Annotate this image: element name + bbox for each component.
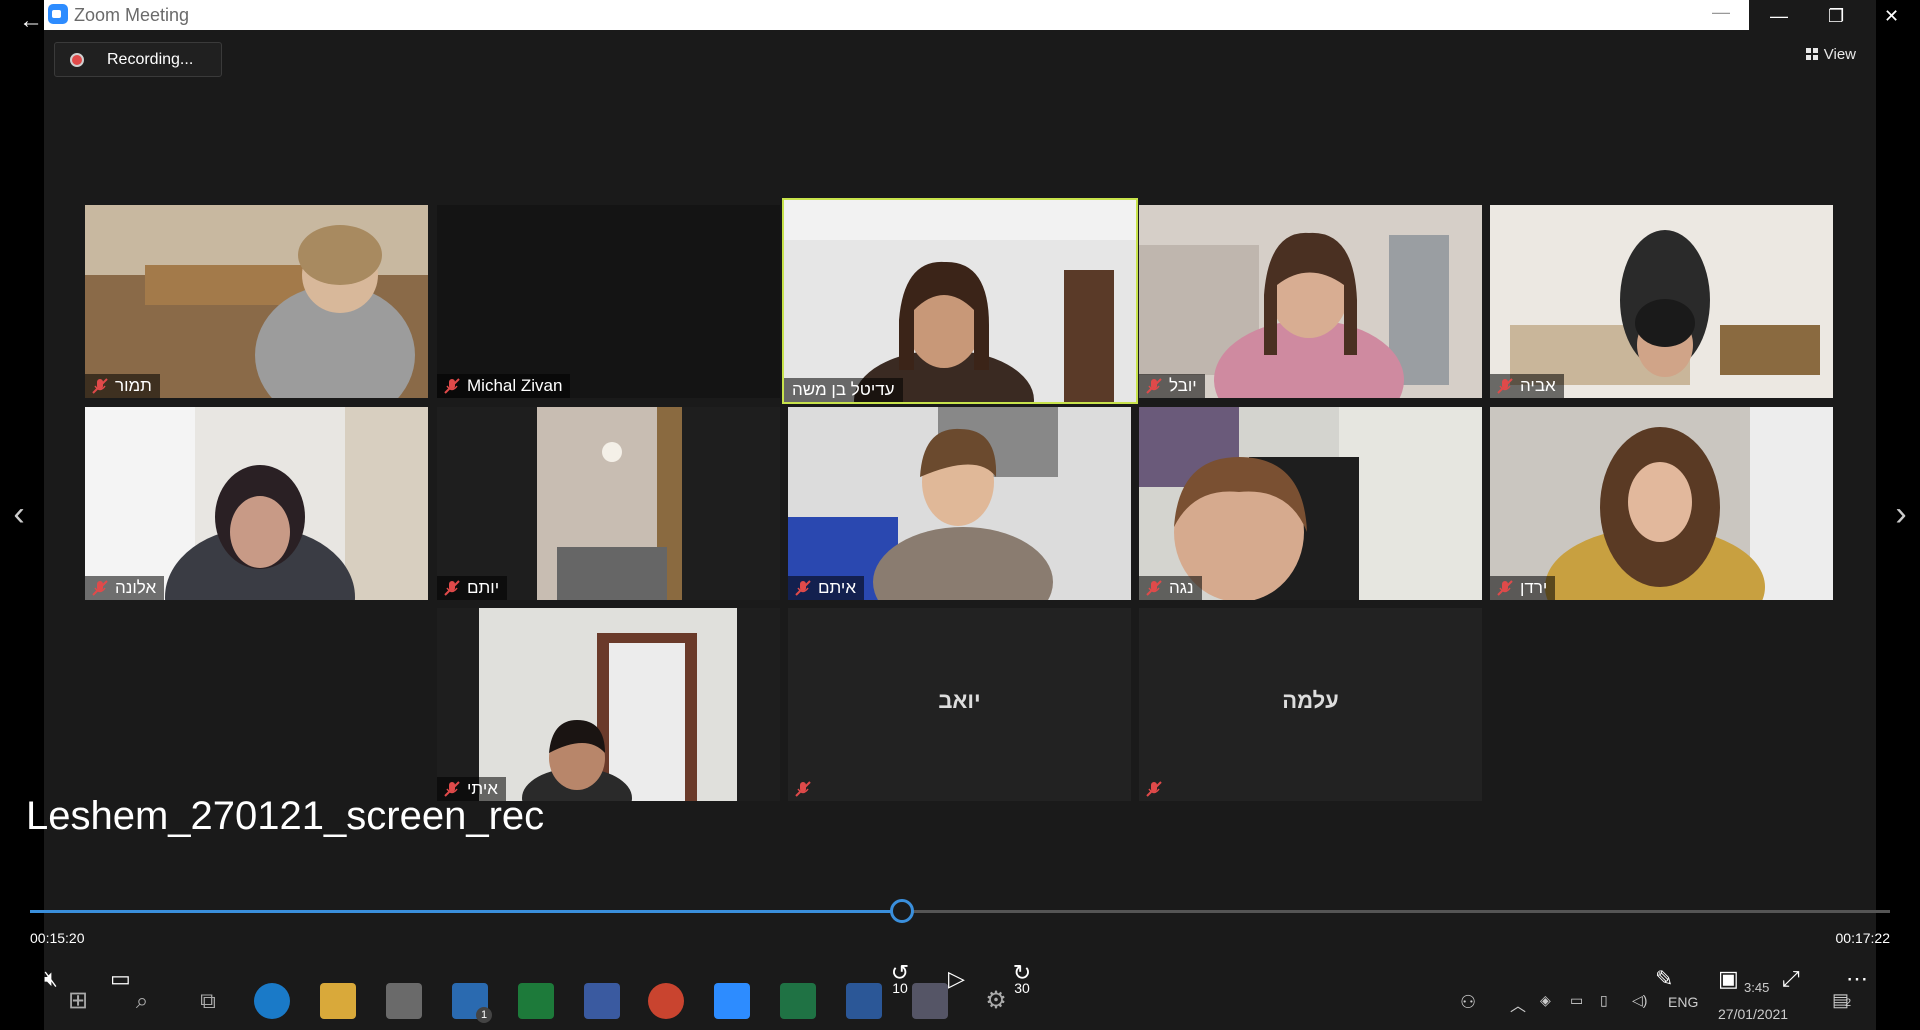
- view-button: View: [1805, 46, 1856, 72]
- participant-video: [788, 407, 1131, 600]
- dropbox-icon[interactable]: ◈: [1540, 992, 1551, 1009]
- muted-mic-icon: [1146, 378, 1162, 394]
- muted-mic-icon: [795, 580, 811, 596]
- participant-tile: נגה: [1139, 407, 1482, 600]
- remaining-time: 00:17:22: [1835, 930, 1891, 946]
- previous-arrow-icon[interactable]: ‹: [4, 495, 34, 534]
- participant-tile: Michal Zivan: [437, 205, 780, 398]
- zoom-titlebar: Zoom Meeting —: [44, 0, 1749, 30]
- muted-mic-icon: [444, 378, 460, 394]
- more-options-icon[interactable]: ⋯: [1846, 966, 1868, 992]
- active-speaker-tile: עדיטל בן משה: [782, 198, 1138, 404]
- window-controls: — ❐ ✕: [1750, 0, 1920, 40]
- participant-tile: איתי: [437, 608, 780, 801]
- mini-view-icon[interactable]: ▣: [1718, 966, 1739, 992]
- store-icon[interactable]: [386, 983, 422, 1019]
- view-label: View: [1823, 46, 1856, 63]
- clock-time: 3:45: [1744, 980, 1770, 995]
- participant-name: עדיטל בן משה: [784, 378, 903, 402]
- participant-video: [1139, 205, 1482, 398]
- video-player: ← Zoom Meeting — Recording... View תמור …: [0, 0, 1920, 1030]
- speaker-icon[interactable]: ◁): [1632, 992, 1647, 1009]
- muted-mic-icon: [444, 580, 460, 596]
- muted-mic-icon: [92, 580, 108, 596]
- fullscreen-icon[interactable]: ⤢: [1782, 966, 1800, 992]
- language-indicator[interactable]: ENG: [1668, 994, 1698, 1010]
- word-icon[interactable]: [846, 983, 882, 1019]
- close-icon[interactable]: ✕: [1884, 6, 1899, 27]
- edge-browser-icon[interactable]: [254, 983, 290, 1019]
- settings-gear-icon[interactable]: ⚙: [978, 983, 1014, 1019]
- restore-icon[interactable]: ❐: [1828, 6, 1844, 27]
- seek-progress: [30, 910, 903, 913]
- participant-tile: יותם: [437, 407, 780, 600]
- participant-tile: אביה: [1490, 205, 1833, 398]
- participant-video: [1490, 205, 1833, 398]
- record-dot-icon: [70, 53, 84, 67]
- video-title: Leshem_270121_screen_rec: [26, 794, 545, 838]
- battery-icon[interactable]: ▭: [1570, 992, 1583, 1009]
- zoom-minimize-icon: —: [1712, 2, 1730, 22]
- notifications-icon[interactable]: ▤2: [1832, 990, 1851, 1011]
- participant-tile: איתם: [788, 407, 1131, 600]
- mail-badge: 1: [476, 1007, 492, 1023]
- edit-pencil-icon[interactable]: ✎: [1655, 966, 1673, 992]
- zoom-window-title: Zoom Meeting: [74, 5, 190, 25]
- clock-date: 27/01/2021: [1718, 1006, 1789, 1022]
- play-icon[interactable]: ▷: [948, 966, 965, 992]
- participant-video: [1139, 407, 1482, 600]
- notification-badge: 2: [1845, 997, 1852, 1009]
- participant-name-centered: יואב: [938, 688, 981, 713]
- grid-view-icon: [1805, 48, 1818, 60]
- excel-icon[interactable]: [780, 983, 816, 1019]
- recording-indicator: Recording...: [54, 42, 222, 77]
- participant-video: [784, 200, 1136, 402]
- muted-mic-icon: [1146, 781, 1162, 797]
- participant-tile: תמור: [85, 205, 428, 398]
- next-arrow-icon[interactable]: ›: [1886, 495, 1916, 534]
- muted-mic-icon: [1146, 580, 1162, 596]
- remote-app-icon[interactable]: [584, 983, 620, 1019]
- mail-icon[interactable]: 1: [452, 983, 492, 1023]
- tray-chevron-icon[interactable]: ︿: [1510, 992, 1526, 1016]
- people-icon[interactable]: ⚇: [1460, 992, 1476, 1013]
- participant-tile: יואב: [788, 608, 1131, 801]
- elapsed-time: 00:15:20: [30, 930, 85, 946]
- volume-mute-icon[interactable]: 🔇︎: [44, 966, 58, 992]
- participant-tile: ירדן: [1490, 407, 1833, 600]
- participant-tile: אלונה: [85, 407, 428, 600]
- participant-name-centered: עלמה: [1282, 688, 1339, 713]
- zoom-taskbar-icon[interactable]: [714, 983, 750, 1019]
- participant-video: [537, 407, 682, 600]
- finance-app-icon[interactable]: [518, 983, 554, 1019]
- network-icon[interactable]: ▯: [1600, 992, 1608, 1009]
- participant-tile: יובל: [1139, 205, 1482, 398]
- seek-bar[interactable]: [30, 899, 1890, 923]
- muted-mic-icon: [795, 781, 811, 797]
- back-arrow-icon[interactable]: ←: [16, 6, 46, 36]
- participant-video: [479, 608, 737, 801]
- muted-mic-icon: [1497, 580, 1513, 596]
- chrome-icon[interactable]: [648, 983, 684, 1019]
- file-explorer-icon[interactable]: [320, 983, 356, 1019]
- muted-mic-icon: [1497, 378, 1513, 394]
- task-view-icon[interactable]: ⧉: [190, 983, 226, 1019]
- screen-recorder-icon[interactable]: [912, 983, 948, 1019]
- minimize-icon[interactable]: —: [1770, 6, 1788, 27]
- participant-video: [85, 407, 428, 600]
- muted-mic-icon: [92, 378, 108, 394]
- participant-video: [1490, 407, 1833, 600]
- recording-label: Recording...: [107, 51, 194, 68]
- participant-tile: עלמה: [1139, 608, 1482, 801]
- zoom-recording-frame: Zoom Meeting — Recording... View תמור Mi…: [44, 0, 1876, 1030]
- search-icon[interactable]: ⌕: [124, 983, 160, 1019]
- windows-start-icon[interactable]: ⊞: [60, 983, 96, 1019]
- zoom-app-icon: [48, 4, 68, 24]
- participant-video: [85, 205, 428, 398]
